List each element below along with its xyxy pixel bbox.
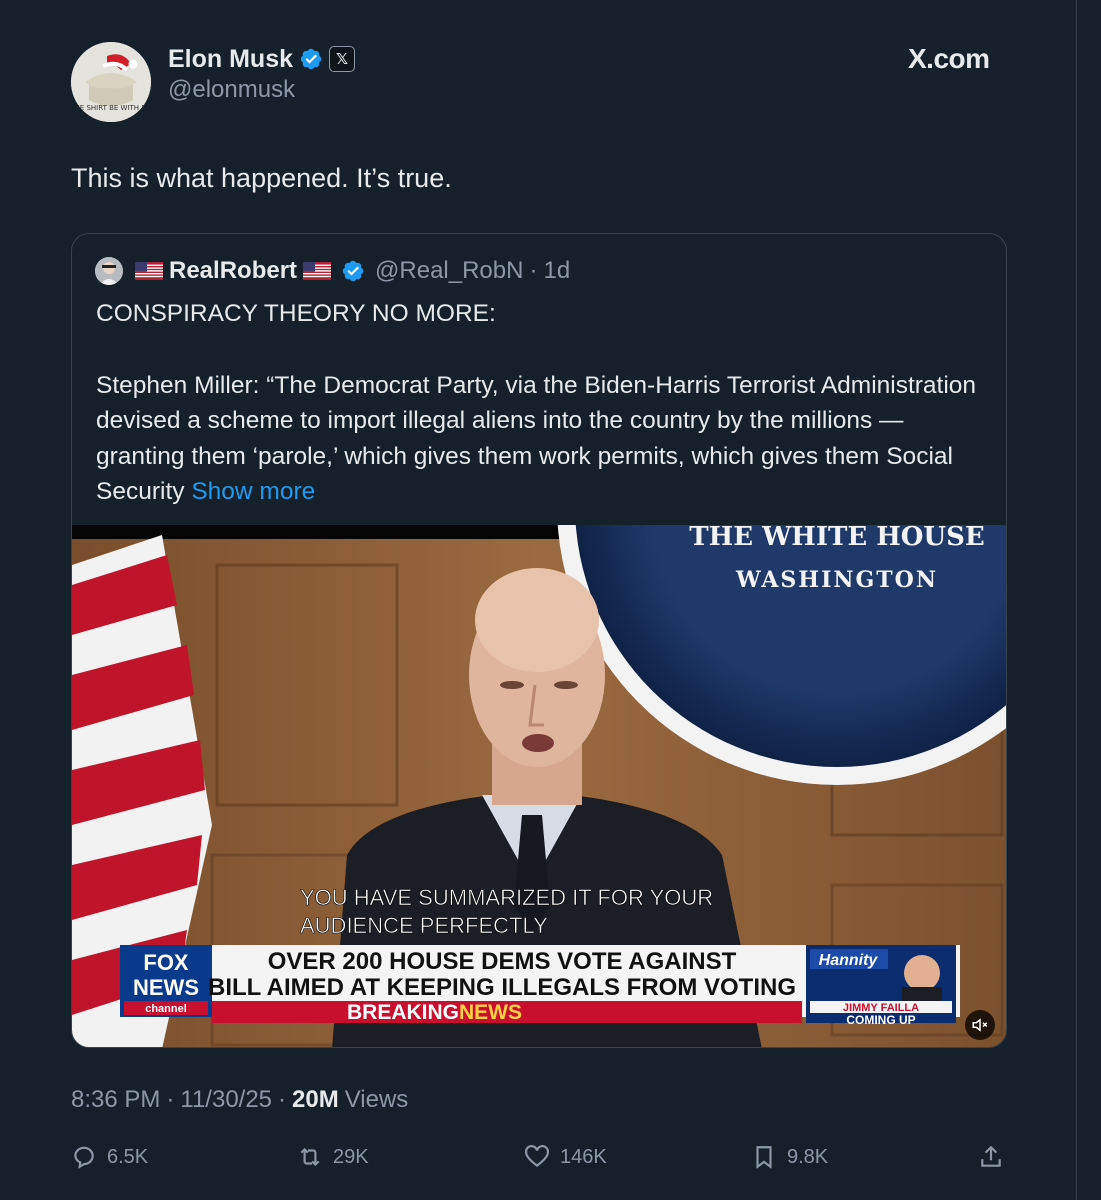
author-handle[interactable]: @elonmusk bbox=[168, 76, 295, 104]
quoted-age[interactable]: 1d bbox=[543, 257, 570, 285]
quoted-handle[interactable]: @Real_RobN bbox=[375, 257, 523, 285]
bookmark-icon bbox=[756, 1146, 772, 1169]
heart-icon bbox=[525, 1144, 549, 1168]
speaker-muted-icon bbox=[972, 1018, 988, 1032]
us-flag-icon bbox=[135, 262, 163, 280]
tweet-meta: 8:36 PM · 11/30/25 · 20M Views bbox=[71, 1086, 408, 1114]
like-button[interactable]: 146K bbox=[524, 1140, 607, 1174]
tweet-date[interactable]: 11/30/25 bbox=[180, 1086, 272, 1114]
quoted-header: RealRobert @Real_RobN · 1d bbox=[95, 256, 570, 286]
timeline-border bbox=[1076, 0, 1077, 1200]
avatar-image: THE SHIRT BE WITH ME bbox=[71, 42, 151, 122]
caption-line1: YOU HAVE SUMMARIZED IT FOR YOUR bbox=[300, 885, 713, 910]
seal-top-text: THE WHITE HOUSE bbox=[689, 525, 984, 552]
views-count: 20M bbox=[292, 1086, 339, 1113]
seal-text: WASHINGTON bbox=[735, 567, 938, 593]
coming-up-label: COMING UP bbox=[846, 1013, 915, 1027]
author-display-name[interactable]: Elon Musk bbox=[168, 45, 293, 74]
breaking-label-a: BREAKING bbox=[347, 1001, 459, 1024]
tweet-time[interactable]: 8:36 PM bbox=[71, 1086, 160, 1114]
mute-button[interactable] bbox=[965, 1010, 995, 1040]
quoted-avatar-image bbox=[95, 257, 123, 285]
headline-line2: BILL AIMED AT KEEPING ILLEGALS FROM VOTI… bbox=[208, 974, 796, 1001]
like-count: 146K bbox=[560, 1145, 607, 1168]
meta-separator: · bbox=[278, 1086, 287, 1113]
fox-logo-top: FOX bbox=[143, 950, 189, 975]
views-label: Views bbox=[344, 1086, 409, 1113]
verified-badge-icon[interactable] bbox=[341, 259, 365, 283]
quoted-video[interactable]: THE WHITE HOUSE WASHINGTON YOU HAVE SUMM… bbox=[72, 525, 1006, 1047]
share-icon bbox=[981, 1145, 1001, 1167]
fox-logo-mid: NEWS bbox=[133, 975, 199, 1000]
reply-button[interactable]: 6.5K bbox=[71, 1140, 148, 1174]
reply-icon bbox=[74, 1146, 94, 1169]
avatar-caption: THE SHIRT BE WITH ME bbox=[71, 104, 151, 112]
quoted-separator: · bbox=[529, 257, 538, 284]
quoted-line1: CONSPIRACY THEORY NO MORE: bbox=[96, 300, 496, 327]
x-affiliation-badge-icon[interactable]: 𝕏 bbox=[329, 46, 356, 72]
verified-badge-icon[interactable] bbox=[299, 47, 323, 71]
quoted-body-paragraph: Stephen Miller: “The Democrat Party, via… bbox=[96, 368, 992, 510]
repost-count: 29K bbox=[333, 1145, 369, 1168]
bookmark-count: 9.8K bbox=[787, 1145, 829, 1168]
reply-count: 6.5K bbox=[107, 1145, 149, 1168]
us-flag-icon bbox=[303, 262, 332, 280]
author-avatar[interactable]: THE SHIRT BE WITH ME bbox=[71, 42, 151, 122]
quoted-display-name[interactable]: RealRobert bbox=[169, 257, 297, 285]
caption-line2: AUDIENCE PERFECTLY bbox=[300, 913, 548, 938]
video-frame: THE WHITE HOUSE WASHINGTON YOU HAVE SUMM… bbox=[72, 525, 1006, 1047]
quoted-text: CONSPIRACY THEORY NO MORE: Stephen Mille… bbox=[96, 296, 992, 510]
repost-icon bbox=[300, 1147, 320, 1167]
breaking-label-b: NEWS bbox=[459, 1001, 522, 1024]
quoted-tweet-card[interactable]: RealRobert @Real_RobN · 1d CONSPIRACY THEO… bbox=[71, 233, 1007, 1048]
fox-logo-bottom: channel bbox=[145, 1003, 187, 1015]
show-name: Hannity bbox=[819, 952, 879, 969]
show-more-link[interactable]: Show more bbox=[191, 478, 315, 505]
author-name-row: Elon Musk 𝕏 bbox=[168, 42, 356, 76]
meta-separator: · bbox=[166, 1086, 175, 1113]
repost-button[interactable]: 29K bbox=[297, 1140, 369, 1174]
headline-line1: OVER 200 HOUSE DEMS VOTE AGAINST bbox=[268, 948, 737, 975]
brand-watermark: X.com bbox=[908, 43, 990, 74]
bookmark-button[interactable]: 9.8K bbox=[751, 1140, 828, 1174]
share-button[interactable] bbox=[978, 1140, 1004, 1174]
tweet-text: This is what happened. It’s true. bbox=[71, 163, 452, 193]
quoted-author-avatar[interactable] bbox=[95, 257, 123, 285]
